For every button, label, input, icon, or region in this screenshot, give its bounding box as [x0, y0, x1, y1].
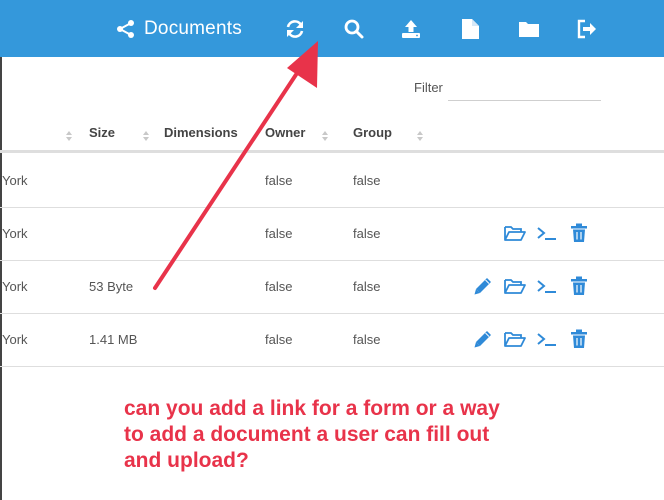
annotation-note: can you add a link for a form or a way t…	[124, 396, 564, 474]
table-row[interactable]: York 1.41 MB false false	[0, 314, 664, 367]
row-group: false	[353, 279, 381, 294]
size-sort-icon[interactable]	[143, 128, 149, 141]
group-sort-icon[interactable]	[417, 128, 423, 141]
refresh-button[interactable]	[284, 0, 306, 57]
table-header-divider	[0, 150, 664, 153]
new-file-icon	[461, 18, 480, 40]
documents-title-group[interactable]: Documents	[116, 0, 242, 57]
top-toolbar: Documents	[0, 0, 664, 57]
row-owner: false	[265, 173, 293, 188]
logout-button[interactable]	[576, 0, 598, 57]
open-folder-icon[interactable]	[503, 274, 527, 298]
owner-sort-icon[interactable]	[322, 128, 328, 141]
row-group: false	[353, 173, 381, 188]
refresh-icon	[284, 18, 306, 40]
row-group: false	[353, 226, 381, 241]
row-name: York	[2, 279, 28, 294]
new-file-button[interactable]	[461, 0, 480, 57]
column-header-dimensions[interactable]: Dimensions	[164, 125, 238, 140]
upload-icon	[400, 18, 422, 40]
row-size: 53 Byte	[89, 279, 134, 294]
row-name: York	[2, 226, 28, 241]
search-button[interactable]	[343, 0, 365, 57]
edit-icon[interactable]	[471, 274, 495, 298]
row-group: false	[353, 332, 381, 347]
row-name: York	[2, 332, 28, 347]
terminal-icon[interactable]	[535, 327, 559, 351]
column-header-owner[interactable]: Owner	[265, 125, 305, 140]
terminal-icon[interactable]	[535, 221, 559, 245]
filter-label: Filter	[414, 80, 443, 95]
table-row[interactable]: York false false	[0, 208, 664, 261]
trash-icon[interactable]	[567, 327, 591, 351]
row-owner: false	[265, 332, 293, 347]
logout-icon	[576, 19, 598, 39]
row-name: York	[2, 173, 28, 188]
page-title: Documents	[144, 17, 242, 39]
annotation-line: can you add a link for a form or a way	[124, 397, 500, 420]
open-folder-icon[interactable]	[503, 221, 527, 245]
new-folder-button[interactable]	[518, 0, 540, 57]
new-folder-icon	[518, 19, 540, 39]
filter-input[interactable]	[448, 78, 601, 101]
terminal-icon[interactable]	[535, 274, 559, 298]
column-header-group[interactable]: Group	[353, 125, 392, 140]
annotation-line: and upload?	[124, 449, 249, 472]
table-row[interactable]: York 53 Byte false false	[0, 261, 664, 314]
trash-icon[interactable]	[567, 221, 591, 245]
column-header-size[interactable]: Size	[89, 125, 115, 140]
trash-icon[interactable]	[567, 274, 591, 298]
name-sort-icon[interactable]	[66, 128, 72, 141]
annotation-line: to add a document a user can fill out	[124, 423, 490, 446]
search-icon	[343, 18, 365, 40]
table-row[interactable]: York false false	[0, 155, 664, 208]
row-owner: false	[265, 226, 293, 241]
edit-icon[interactable]	[471, 327, 495, 351]
upload-button[interactable]	[400, 0, 422, 57]
row-divider	[0, 366, 664, 367]
row-owner: false	[265, 279, 293, 294]
row-size: 1.41 MB	[89, 332, 138, 347]
open-folder-icon[interactable]	[503, 327, 527, 351]
share-icon	[116, 19, 136, 39]
